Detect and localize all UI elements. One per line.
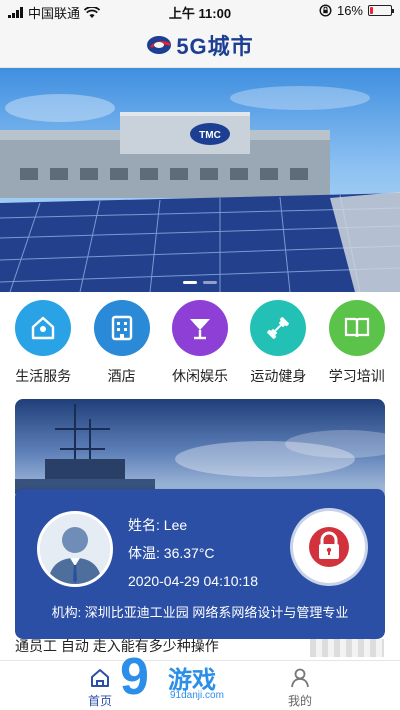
unlock-button[interactable] (293, 511, 365, 583)
cocktail-icon (171, 300, 228, 356)
category-label: 运动健身 (250, 368, 307, 384)
category-fitness[interactable]: 运动健身 (240, 300, 316, 392)
app-header: 5G城市 (0, 22, 400, 68)
category-learning[interactable]: 学习培训 (319, 300, 395, 392)
category-label: 酒店 (107, 368, 136, 384)
dumbbell-icon (250, 300, 307, 356)
banner-dot[interactable] (203, 281, 217, 284)
tab-label: 我的 (287, 694, 312, 708)
identity-panel: 姓名: Lee 体温: 36.37°C 2020-04-29 04:10:18 … (15, 489, 385, 639)
temperature-line: 体温: 36.37°C (128, 545, 215, 561)
identity-info: 姓名: Lee 体温: 36.37°C 2020-04-29 04:10:18 (128, 511, 258, 595)
tab-label: 首页 (87, 694, 112, 708)
datetime-line: 2020-04-29 04:10:18 (128, 573, 258, 589)
e-swoosh-logo (147, 35, 172, 54)
access-card: 姓名: Lee 体温: 36.37°C 2020-04-29 04:10:18 … (15, 399, 385, 639)
organization-line: 机构: 深圳比亚迪工业园 网络系网络设计与管理专业 (51, 605, 349, 620)
banner-image: TMC (0, 86, 400, 292)
name-line: 姓名: Lee (128, 517, 188, 533)
promo-banner[interactable]: TMC (0, 68, 400, 292)
watermark-url: 91danji.com (170, 690, 224, 701)
category-row: 生活服务 酒店 休闲娱乐 运动健身 学习培训 (0, 300, 400, 392)
building-icon (93, 300, 150, 356)
avatar (37, 511, 113, 587)
category-label: 生活服务 (15, 368, 72, 384)
site-watermark: 9 游戏 91danji.com (118, 644, 278, 708)
status-bar: 中国联通 上午 11:00 16% (0, 0, 400, 22)
banner-pagination[interactable] (0, 281, 400, 284)
battery-percent: 16% (336, 3, 363, 18)
banner-dot-active[interactable] (183, 281, 197, 284)
battery-icon (368, 5, 394, 16)
category-label: 学习培训 (328, 368, 385, 384)
status-right: 16% (319, 3, 394, 18)
lock-icon (309, 527, 349, 567)
banner-sign-text: TMC (199, 130, 221, 141)
home-location-icon (15, 300, 72, 356)
rotation-lock-icon (319, 4, 332, 17)
news-thumbnail[interactable] (310, 639, 384, 657)
person-avatar-icon (40, 514, 110, 584)
card-background-image (15, 399, 385, 494)
svg-text:9: 9 (120, 648, 149, 706)
category-life-service[interactable]: 生活服务 (5, 300, 81, 392)
category-leisure[interactable]: 休闲娱乐 (162, 300, 238, 392)
battery-fill (370, 7, 373, 14)
category-label: 休闲娱乐 (171, 368, 228, 384)
person-icon (291, 668, 309, 688)
home-icon (91, 669, 109, 687)
category-hotel[interactable]: 酒店 (84, 300, 160, 392)
book-icon (328, 300, 385, 356)
app-logo-text: 5G城市 (176, 33, 254, 59)
tab-mine[interactable]: 我的 (270, 667, 330, 709)
